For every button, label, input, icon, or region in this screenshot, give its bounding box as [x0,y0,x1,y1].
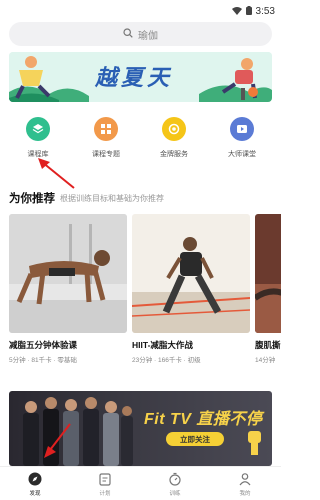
section-subtitle: 根据训练目标和基础为你推荐 [60,194,164,203]
status-time: 3:53 [255,5,275,17]
search-input[interactable]: 瑜伽 [9,22,272,46]
follow-button[interactable]: 立即关注 [166,432,224,446]
wifi-icon [231,2,242,20]
person-icon [237,471,253,487]
bottom-tab-bar: 发现 计划 训练 我的 [0,466,281,500]
course-meta: 23分钟 · 166千卡 · 初级 [132,357,201,364]
calendar-icon [97,471,113,487]
course-meta: 5分钟 · 81千卡 · 零基础 [9,357,77,364]
tab-label: 发现 [29,491,41,497]
fist-icon [248,431,261,455]
banner-title: 越夏天 [95,65,174,90]
section-title: 为你推荐 [9,193,55,205]
grid-icon [94,117,118,141]
promo-banner[interactable]: 越夏天 [9,52,272,102]
quick-entries: 课程库 课程专题 金牌服务 大师课堂 [0,117,281,161]
tab-plan[interactable]: 计划 [85,471,125,497]
course-card[interactable]: HIIT-减脂大作战 23分钟 · 166千卡 · 初级 [132,214,250,364]
course-thumbnail [132,214,250,333]
compass-icon [27,471,43,487]
discover-page: 3:53 瑜伽 越夏天 课程库 课程专题 金牌服务 大师课堂 为你推荐 根据训练… [0,0,281,500]
tab-label: 训练 [169,491,181,497]
layers-icon [26,117,50,141]
course-thumbnail [9,214,127,333]
search-icon [123,25,133,43]
entry-label: 金牌服务 [160,151,188,158]
entry-label: 大师课堂 [228,151,256,158]
course-thumbnail [255,214,281,333]
medal-icon [162,117,186,141]
course-card[interactable]: 腹肌撕 14分钟 [255,214,281,364]
entry-course-library[interactable]: 课程库 [8,117,68,161]
tab-label: 我的 [239,491,251,497]
tab-discover[interactable]: 发现 [15,471,55,497]
course-title: HIIT-减脂大作战 [132,340,193,350]
stopwatch-icon [167,471,183,487]
play-icon [230,117,254,141]
tab-training[interactable]: 训练 [155,471,195,497]
entry-course-topics[interactable]: 课程专题 [76,117,136,161]
course-meta: 14分钟 [255,357,276,364]
entry-label: 课程专题 [92,151,120,158]
status-bar: 3:53 [0,0,281,17]
tab-me[interactable]: 我的 [225,471,265,497]
recommend-list: 减脂五分钟体验课 5分钟 · 81千卡 · 零基础 HIIT-减脂大作战 23分… [0,214,281,366]
course-title: 减脂五分钟体验课 [9,340,78,350]
fittv-title: Fit TV 直播不停 [144,411,263,428]
search-placeholder: 瑜伽 [138,30,158,42]
fittv-banner[interactable]: Fit TV 直播不停 立即关注 [9,391,272,466]
course-card[interactable]: 减脂五分钟体验课 5分钟 · 81千卡 · 零基础 [9,214,127,364]
tab-label: 计划 [99,491,111,497]
entry-gold-service[interactable]: 金牌服务 [144,117,204,161]
entry-master-class[interactable]: 大师课堂 [212,117,272,161]
entry-label: 课程库 [27,151,49,158]
battery-icon [245,2,252,20]
course-title: 腹肌撕 [255,340,281,350]
fittv-people-illustration [23,397,133,466]
